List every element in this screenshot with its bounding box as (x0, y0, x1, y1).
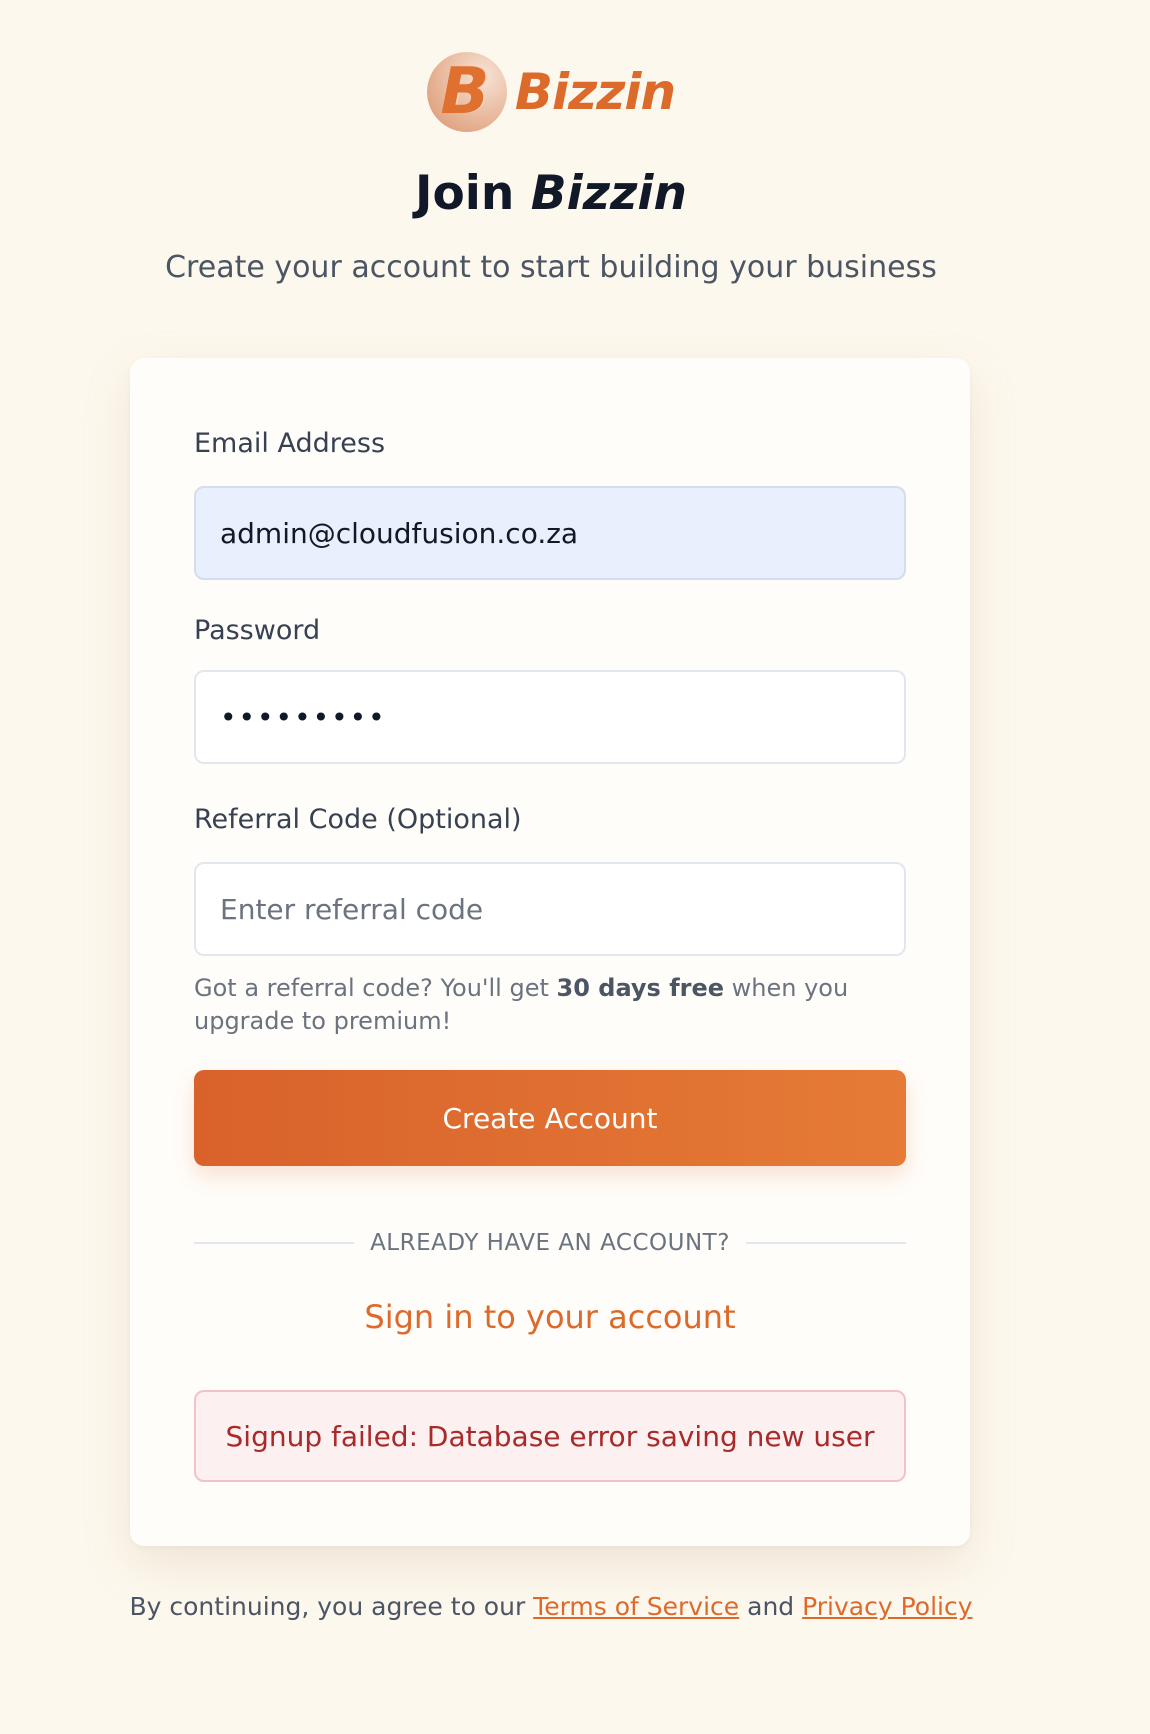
terms-of-service-link[interactable]: Terms of Service (533, 1592, 739, 1621)
password-label: Password (194, 615, 321, 646)
create-account-button[interactable]: Create Account (194, 1070, 906, 1166)
brand-name: Bizzin (514, 63, 676, 121)
referral-hint-bold: 30 days free (556, 974, 725, 1002)
bizzin-logo-icon: B (426, 52, 507, 132)
referral-hint-text: Got a referral code? You'll get (194, 974, 557, 1002)
divider: ALREADY HAVE AN ACCOUNT? (194, 1230, 906, 1256)
footer-prefix: By continuing, you agree to our (129, 1592, 534, 1621)
privacy-policy-link[interactable]: Privacy Policy (802, 1592, 972, 1621)
page-title-prefix: Join (415, 166, 531, 221)
page-title: Join Bizzin (0, 166, 1102, 221)
logo-letter: B (440, 55, 490, 129)
divider-line-right (745, 1242, 906, 1244)
signup-page: B Bizzin Join Bizzin Create your account… (0, 0, 1150, 1734)
error-alert: Signup failed: Database error saving new… (194, 1390, 906, 1482)
referral-hint: Got a referral code? You'll get 30 days … (194, 972, 906, 1038)
page-subtitle: Create your account to start building yo… (165, 250, 937, 285)
email-label: Email Address (194, 428, 386, 459)
divider-text: ALREADY HAVE AN ACCOUNT? (370, 1230, 730, 1256)
referral-code-input[interactable] (194, 862, 906, 956)
footer-conjunction: and (739, 1592, 803, 1621)
divider-line-left (194, 1242, 355, 1244)
page-title-brand: Bizzin (530, 166, 687, 221)
email-field[interactable] (194, 486, 906, 580)
brand-header: B Bizzin (0, 52, 1102, 132)
sign-in-link[interactable]: Sign in to your account (194, 1298, 906, 1336)
password-field[interactable] (194, 670, 906, 764)
signup-card: Email Address Password Referral Code (Op… (130, 358, 970, 1546)
error-message: Signup failed: Database error saving new… (225, 1419, 875, 1453)
legal-footer: By continuing, you agree to our Terms of… (0, 1592, 1102, 1621)
referral-label: Referral Code (Optional) (194, 804, 522, 835)
